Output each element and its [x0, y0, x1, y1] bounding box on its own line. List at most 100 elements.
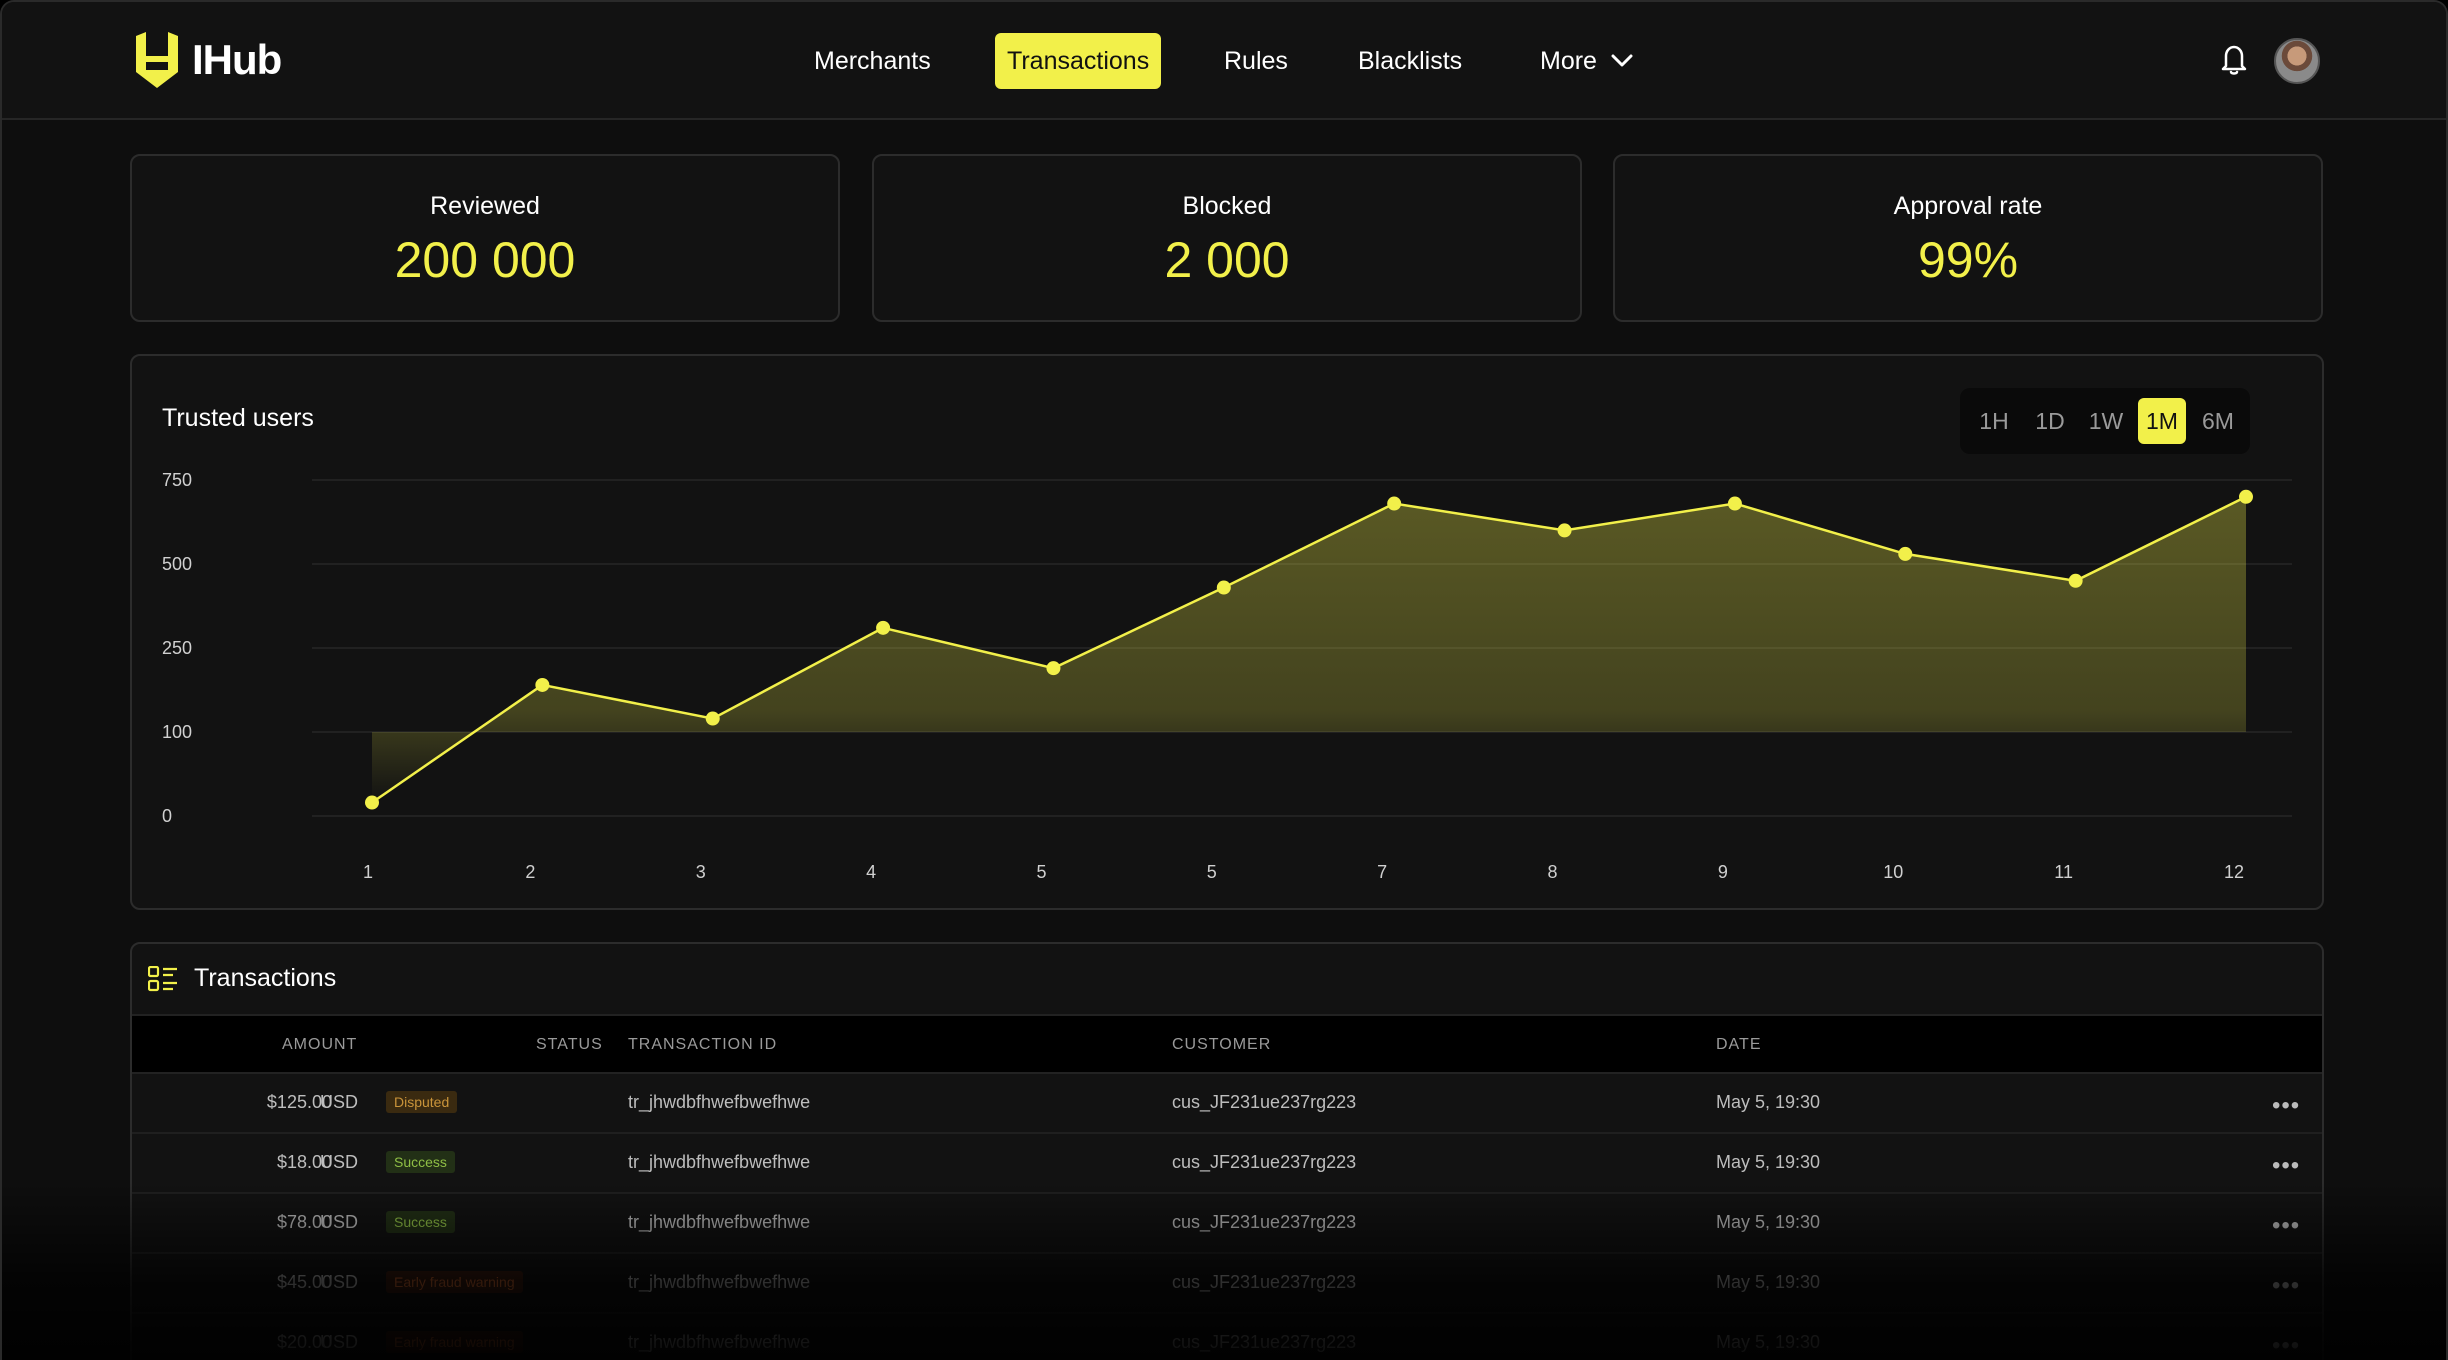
- data-point[interactable]: [365, 795, 379, 810]
- data-point[interactable]: [1557, 523, 1572, 538]
- status-badge: Early fraud warning: [386, 1331, 523, 1353]
- x-tick-label: 9: [1718, 862, 1728, 882]
- y-tick-label: 750: [162, 470, 192, 490]
- x-tick-label: 1: [363, 862, 373, 882]
- currency-cell: USD: [320, 1212, 359, 1232]
- x-tick-label: 2: [525, 862, 535, 882]
- x-tick-label: 4: [866, 862, 876, 882]
- data-point[interactable]: [705, 711, 720, 726]
- table-row[interactable]: $78.00 USD Success tr_jhwdbfhwefbwefhwe …: [132, 1194, 2322, 1254]
- amount-cell: $20.00: [276, 1332, 332, 1352]
- status-badge: Early fraud warning: [386, 1271, 523, 1293]
- stat-label: Blocked: [1182, 192, 1272, 220]
- customer-cell: cus_JF231ue237rg223: [1172, 1092, 1357, 1112]
- list-icon: [148, 966, 177, 992]
- y-tick-label: 250: [162, 638, 192, 658]
- transactions-title: Transactions: [194, 964, 337, 992]
- nav-more-label: More: [1540, 47, 1597, 75]
- data-point[interactable]: [2068, 573, 2083, 588]
- data-point[interactable]: [1216, 580, 1231, 595]
- transactions-panel: Transactions AMOUNT STATUS TRANSACTION I…: [130, 942, 2324, 1360]
- status-badge: Success: [386, 1151, 455, 1173]
- y-tick-label: 0: [162, 806, 172, 826]
- x-tick-label: 11: [2054, 862, 2073, 882]
- y-tick-label: 500: [162, 554, 192, 574]
- data-point[interactable]: [1727, 496, 1742, 511]
- status-badge: Success: [386, 1211, 455, 1233]
- amount-cell: $125.00: [266, 1092, 332, 1112]
- table-row[interactable]: $20.00 USD Early fraud warning tr_jhwdbf…: [132, 1314, 2322, 1360]
- data-point[interactable]: [2239, 489, 2253, 504]
- data-point[interactable]: [1898, 546, 1913, 561]
- table-row[interactable]: $125.00 USD Disputed tr_jhwdbfhwefbwefhw…: [132, 1074, 2322, 1134]
- transaction-id-cell: tr_jhwdbfhwefbwefhwe: [628, 1332, 811, 1352]
- more-options-icon[interactable]: •••: [2272, 1212, 2300, 1240]
- stat-value: 200 000: [394, 232, 576, 288]
- transaction-id-cell: tr_jhwdbfhwefbwefhwe: [628, 1152, 811, 1172]
- nav-transactions[interactable]: Transactions: [995, 33, 1162, 89]
- date-cell: May 5, 19:30: [1716, 1332, 1821, 1352]
- nav-merchants[interactable]: Merchants: [802, 33, 943, 89]
- date-cell: May 5, 19:30: [1716, 1212, 1821, 1232]
- col-date[interactable]: DATE: [1716, 1036, 1761, 1054]
- main-nav: Merchants Transactions Rules Blacklists …: [2, 2, 2446, 120]
- data-point[interactable]: [535, 677, 550, 692]
- customer-cell: cus_JF231ue237rg223: [1172, 1332, 1357, 1352]
- app-window: IHub Merchants Transactions Rules Blackl…: [0, 0, 2448, 1360]
- x-tick-label: 10: [1883, 862, 1903, 882]
- stat-card-reviewed: Reviewed 200 000: [130, 154, 840, 322]
- more-options-icon[interactable]: •••: [2272, 1272, 2300, 1300]
- date-cell: May 5, 19:30: [1716, 1272, 1821, 1292]
- stat-label: Approval rate: [1893, 192, 2043, 220]
- customer-cell: cus_JF231ue237rg223: [1172, 1152, 1357, 1172]
- chevron-down-icon: [1611, 54, 1633, 67]
- stat-card-blocked: Blocked 2 000: [872, 154, 1582, 322]
- customer-cell: cus_JF231ue237rg223: [1172, 1212, 1357, 1232]
- stat-value: 99%: [1917, 232, 2019, 288]
- col-amount[interactable]: AMOUNT: [282, 1036, 357, 1054]
- more-options-icon[interactable]: •••: [2272, 1092, 2300, 1120]
- x-tick-label: 12: [2224, 862, 2244, 882]
- currency-cell: USD: [320, 1332, 359, 1352]
- x-tick-label: 5: [1207, 862, 1217, 882]
- col-customer[interactable]: CUSTOMER: [1172, 1036, 1271, 1054]
- more-options-icon[interactable]: •••: [2272, 1332, 2300, 1360]
- data-point[interactable]: [1387, 496, 1402, 511]
- amount-cell: $45.00: [276, 1272, 332, 1292]
- avatar[interactable]: [2274, 38, 2320, 84]
- table-header-row: AMOUNT STATUS TRANSACTION ID CUSTOMER DA…: [132, 1014, 2322, 1074]
- customer-cell: cus_JF231ue237rg223: [1172, 1272, 1357, 1292]
- x-tick-label: 8: [1548, 862, 1558, 882]
- transaction-id-cell: tr_jhwdbfhwefbwefhwe: [628, 1092, 811, 1112]
- currency-cell: USD: [320, 1092, 359, 1112]
- trusted-users-area-chart: 75050025010001 2 3 4 5 5 7 8 9 10 11 12: [162, 470, 2292, 882]
- date-cell: May 5, 19:30: [1716, 1092, 1821, 1112]
- area-fill: [372, 496, 2246, 803]
- data-point[interactable]: [1046, 661, 1061, 676]
- stat-card-approval-rate: Approval rate 99%: [1613, 154, 2323, 322]
- stat-value: 2 000: [1164, 232, 1290, 288]
- table-row[interactable]: $18.00 USD Success tr_jhwdbfhwefbwefhwe …: [132, 1134, 2322, 1194]
- nav-rules[interactable]: Rules: [1212, 33, 1300, 89]
- transactions-header: Transactions: [132, 944, 2322, 1014]
- data-point[interactable]: [876, 620, 891, 635]
- x-tick-label: 3: [696, 862, 706, 882]
- amount-cell: $18.00: [276, 1152, 332, 1172]
- currency-cell: USD: [320, 1272, 359, 1292]
- transaction-id-cell: tr_jhwdbfhwefbwefhwe: [628, 1212, 811, 1232]
- nav-blacklists[interactable]: Blacklists: [1346, 33, 1474, 89]
- table-row[interactable]: $45.00 USD Early fraud warning tr_jhwdbf…: [132, 1254, 2322, 1314]
- bell-icon[interactable]: [2218, 42, 2250, 76]
- nav-more[interactable]: More: [1528, 33, 1645, 89]
- currency-cell: USD: [320, 1152, 359, 1172]
- x-tick-label: 7: [1377, 862, 1387, 882]
- trusted-users-chart-panel: Trusted users 1H 1D 1W 1M 6M 750 500 250 10…: [130, 354, 2324, 910]
- col-transaction-id[interactable]: TRANSACTION ID: [628, 1036, 777, 1054]
- date-cell: May 5, 19:30: [1716, 1152, 1821, 1172]
- status-badge: Disputed: [386, 1091, 458, 1113]
- stat-label: Reviewed: [430, 192, 540, 220]
- amount-cell: $78.00: [276, 1212, 332, 1232]
- transaction-id-cell: tr_jhwdbfhwefbwefhwe: [628, 1272, 811, 1292]
- col-status[interactable]: STATUS: [536, 1036, 603, 1054]
- more-options-icon[interactable]: •••: [2272, 1152, 2300, 1180]
